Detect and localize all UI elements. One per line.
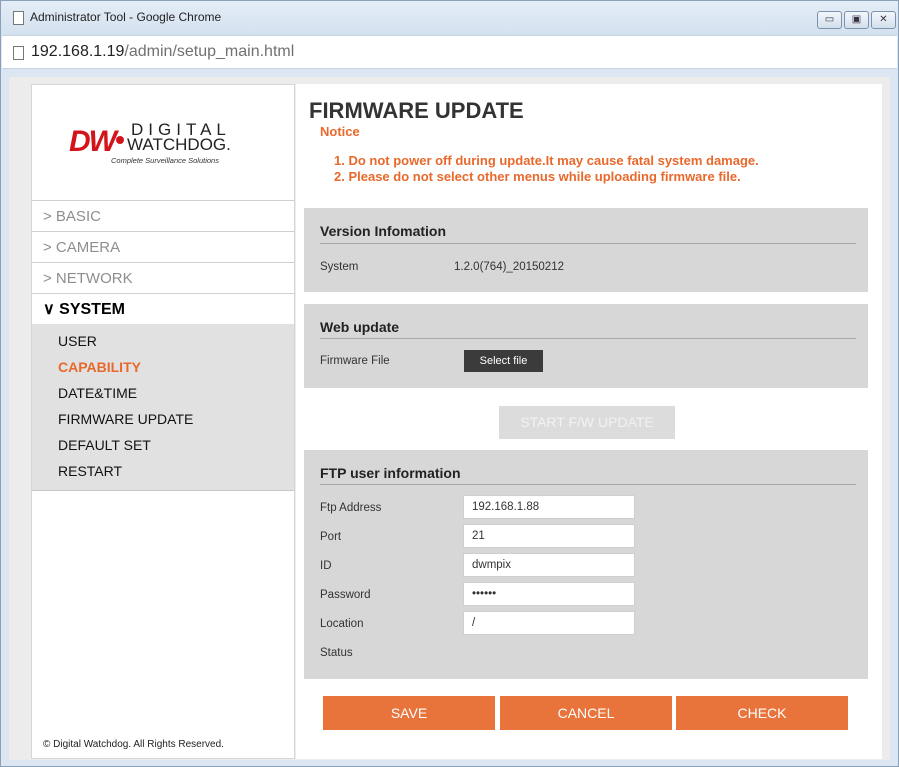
location-input[interactable]: / [463, 611, 635, 635]
ftp-address-input[interactable]: 192.168.1.88 [463, 495, 635, 519]
logo-mark: DW [69, 125, 117, 158]
menu-item-basic[interactable]: > BASIC [32, 200, 294, 231]
section-title: Version Infomation [320, 223, 447, 239]
location-label: Location [320, 618, 364, 630]
section-divider [320, 484, 856, 485]
logo-dot [116, 136, 124, 144]
section-title: Web update [320, 319, 400, 335]
ftp-section: FTP user information Ftp Address 192.168… [304, 450, 868, 679]
submenu-item-restart[interactable]: RESTART [32, 458, 294, 484]
url-path: /admin/setup_main.html [124, 43, 295, 60]
window-title: Administrator Tool - Google Chrome [30, 10, 222, 24]
submenu-item-default-set[interactable]: DEFAULT SET [32, 432, 294, 458]
system-submenu: USER CAPABILITY DATE&TIME FIRMWARE UPDAT… [32, 324, 294, 491]
port-input[interactable]: 21 [463, 524, 635, 548]
page-title: FIRMWARE UPDATE [309, 98, 524, 123]
check-button[interactable]: CHECK [676, 696, 848, 730]
notice-line: 2. Please do not select other menus whil… [334, 169, 741, 184]
submenu-item-capability[interactable]: CAPABILITY [32, 354, 294, 380]
url-host: 192.168.1.19 [31, 43, 125, 60]
start-fw-update-button[interactable]: START F/W UPDATE [499, 406, 675, 439]
submenu-item-user[interactable]: USER [32, 328, 294, 354]
system-label: System [320, 261, 359, 273]
title-bar: Administrator Tool - Google Chrome ▭ ▣ ✕ [1, 1, 898, 35]
id-input[interactable]: dwmpix [463, 553, 635, 577]
firmware-file-label: Firmware File [320, 355, 390, 367]
section-title: FTP user information [320, 465, 461, 481]
address-bar[interactable]: 192.168.1.19/admin/setup_main.html [2, 35, 897, 69]
status-label: Status [320, 647, 353, 659]
password-label: Password [320, 589, 371, 601]
notice-line: 1. Do not power off during update.It may… [334, 153, 759, 168]
version-section: Version Infomation System 1.2.0(764)_201… [304, 208, 868, 292]
port-label: Port [320, 531, 342, 543]
submenu-item-firmware-update[interactable]: FIRMWARE UPDATE [32, 406, 294, 432]
copyright-text: © Digital Watchdog. All Rights Reserved. [43, 739, 224, 750]
browser-window: Administrator Tool - Google Chrome ▭ ▣ ✕… [0, 0, 899, 767]
page-icon [13, 11, 24, 25]
main-content: FIRMWARE UPDATE Notice 1. Do not power o… [296, 84, 882, 759]
submenu-item-date-time[interactable]: DATE&TIME [32, 380, 294, 406]
web-update-section: Web update Firmware File Select file [304, 304, 868, 388]
page-viewport: DW DIGITAL WATCHDOG. Complete Surveillan… [9, 77, 890, 760]
cancel-button[interactable]: CANCEL [500, 696, 672, 730]
notice-title: Notice [320, 124, 360, 139]
sidebar: DW DIGITAL WATCHDOG. Complete Surveillan… [31, 84, 295, 759]
menu-item-camera[interactable]: > CAMERA [32, 231, 294, 262]
page-icon [13, 46, 24, 60]
close-button[interactable]: ✕ [871, 11, 896, 29]
maximize-button[interactable]: ▣ [844, 11, 869, 29]
menu-item-system[interactable]: ∨ SYSTEM [32, 293, 294, 324]
url-text[interactable]: 192.168.1.19/admin/setup_main.html [31, 43, 294, 61]
section-divider [320, 243, 856, 244]
select-file-button[interactable]: Select file [464, 350, 543, 372]
minimize-button[interactable]: ▭ [817, 11, 842, 29]
logo-name-bottom: WATCHDOG. [127, 135, 231, 154]
ftp-address-label: Ftp Address [320, 502, 382, 514]
side-menu: > BASIC > CAMERA > NETWORK ∨ SYSTEM USER… [32, 200, 294, 491]
id-label: ID [320, 560, 332, 572]
logo-tagline: Complete Surveillance Solutions [111, 156, 219, 165]
menu-item-network[interactable]: > NETWORK [32, 262, 294, 293]
password-input[interactable]: •••••• [463, 582, 635, 606]
save-button[interactable]: SAVE [323, 696, 495, 730]
system-version-value: 1.2.0(764)_20150212 [454, 261, 564, 273]
section-divider [320, 338, 856, 339]
digital-watchdog-logo: DW DIGITAL WATCHDOG. Complete Surveillan… [69, 119, 259, 179]
